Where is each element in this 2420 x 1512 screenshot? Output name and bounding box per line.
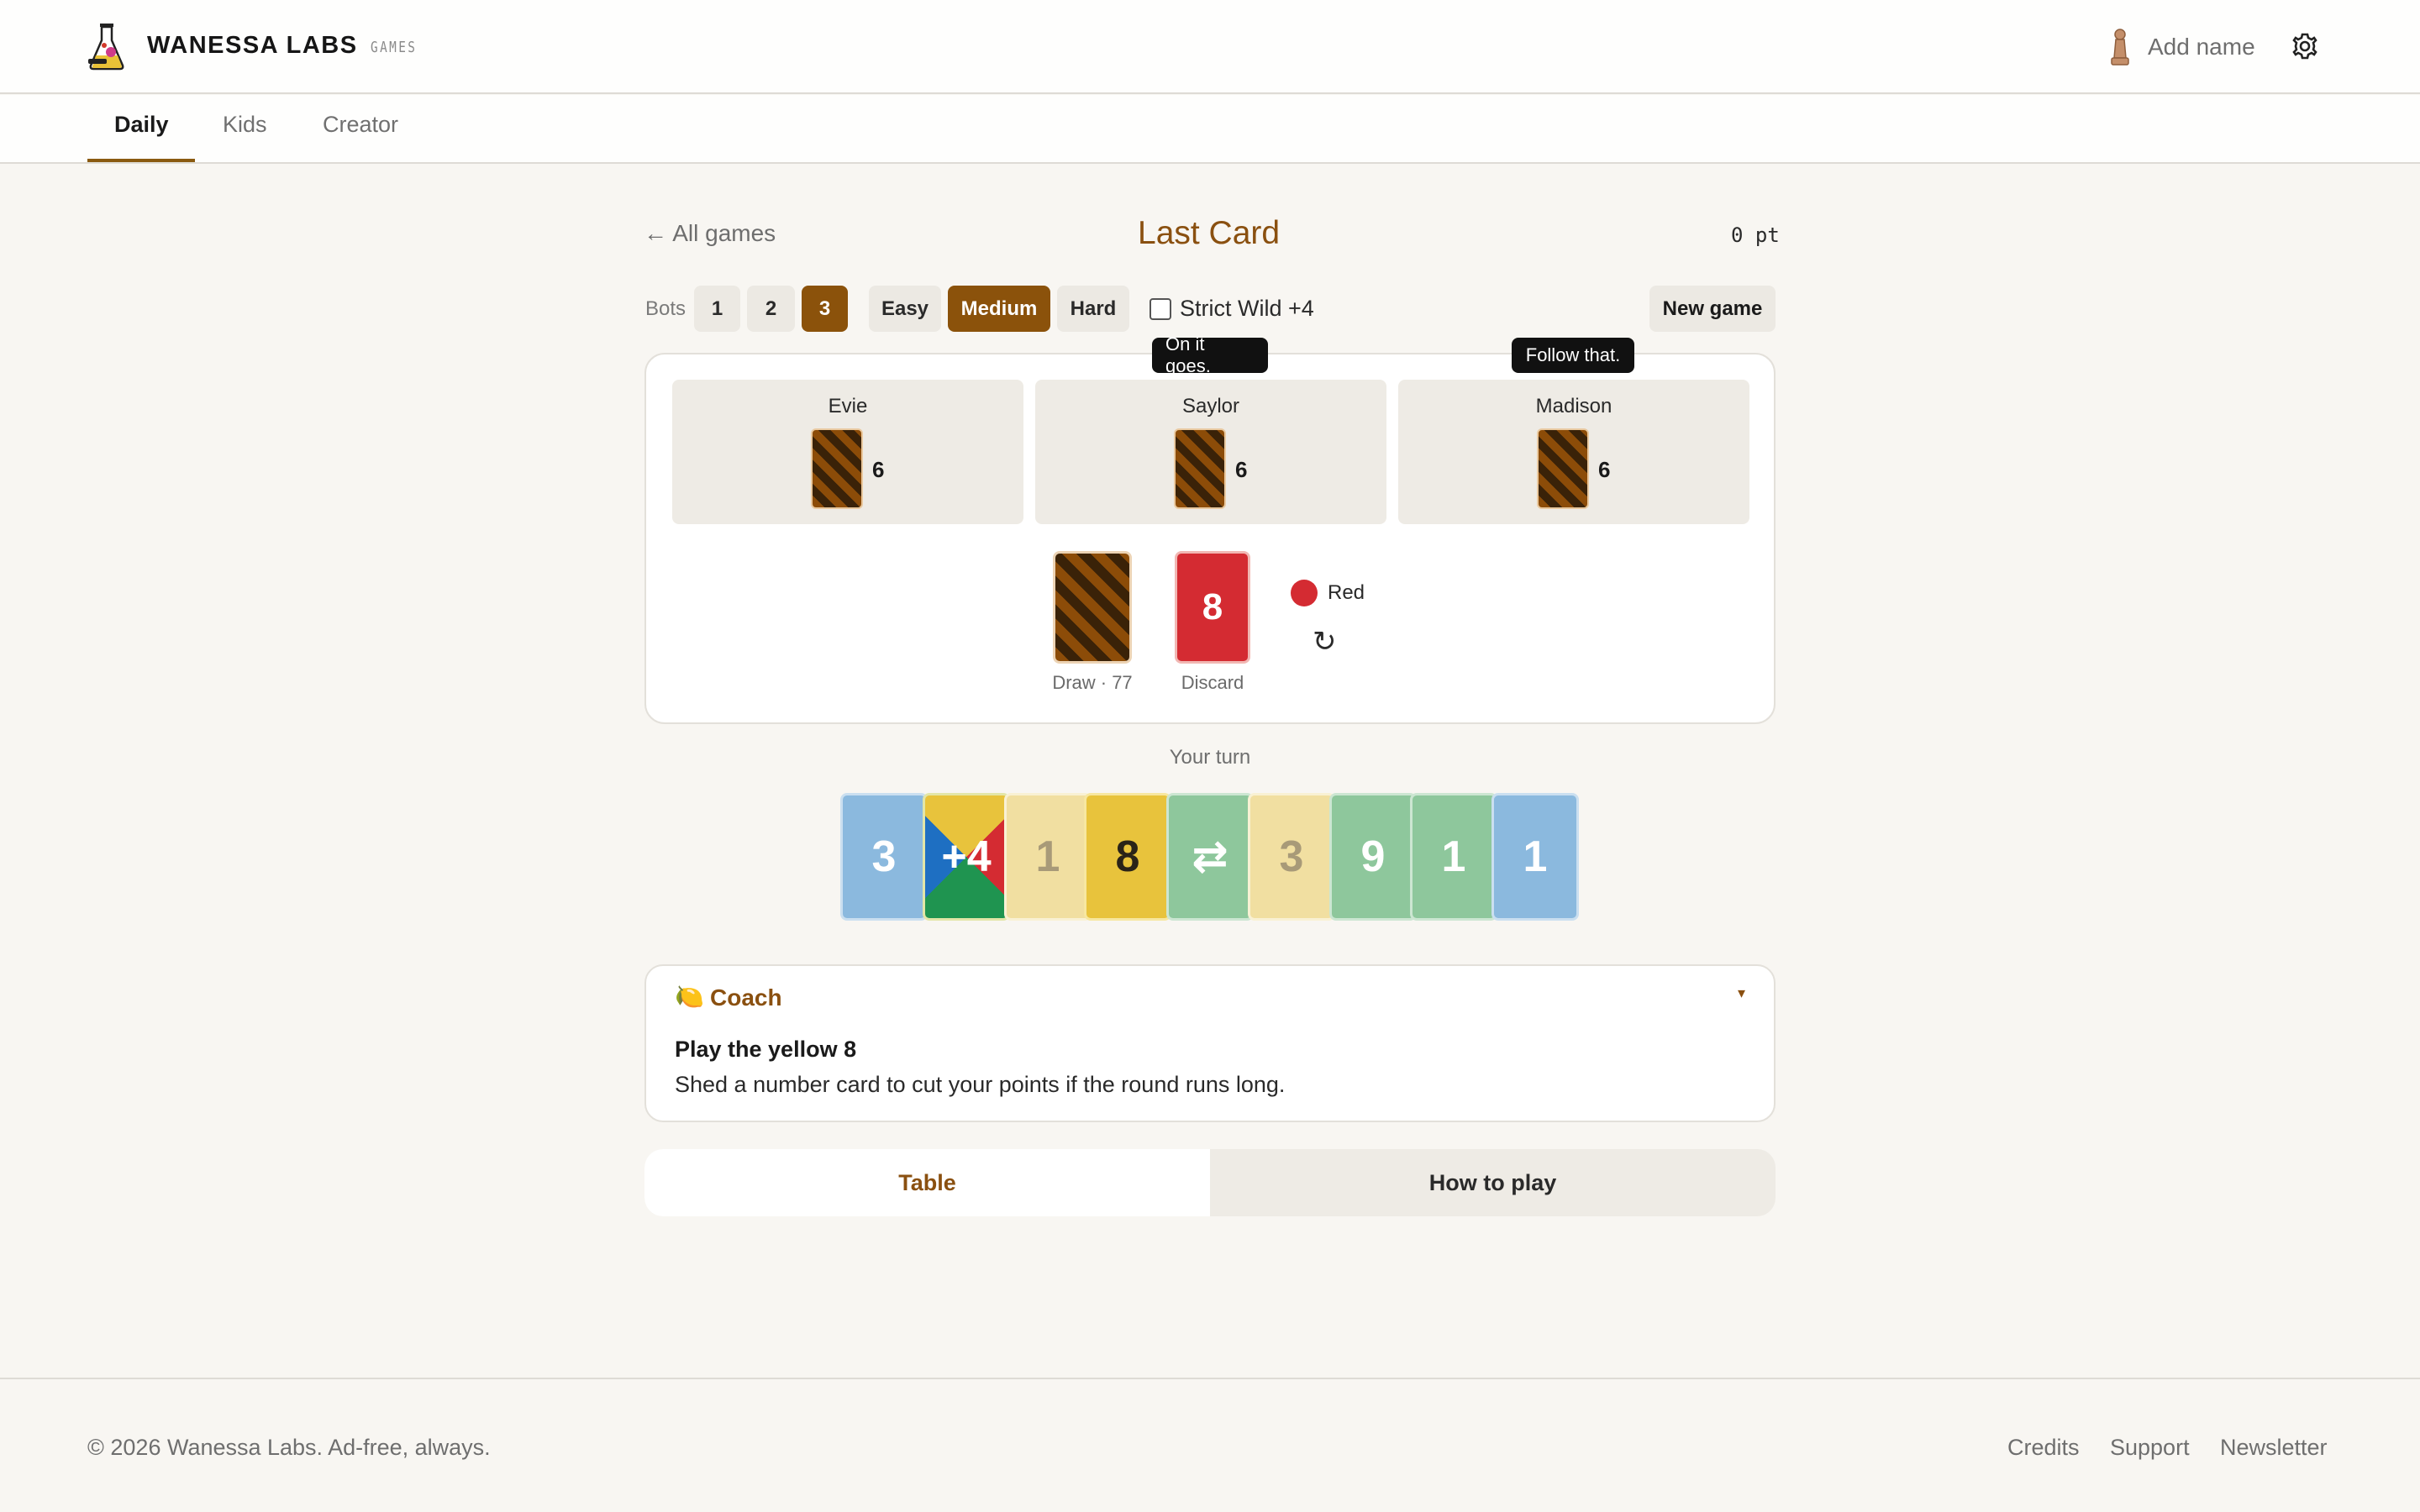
bot-card-count: 6 bbox=[1598, 457, 1611, 482]
new-game-button[interactable]: New game bbox=[1649, 286, 1776, 332]
current-color-label: Red bbox=[1328, 581, 1365, 604]
tab-how-to-play[interactable]: How to play bbox=[1210, 1149, 1776, 1216]
bot-name: Evie bbox=[828, 395, 868, 417]
speech-bubble-saylor: On it goes. bbox=[1152, 333, 1268, 376]
tab-kids[interactable]: Kids bbox=[223, 112, 267, 138]
bots-1-button[interactable]: 1 bbox=[694, 286, 740, 332]
brand-name: WANESSA LABS bbox=[147, 32, 358, 59]
pawn-icon bbox=[2111, 29, 2129, 66]
footer-divider bbox=[0, 1378, 2420, 1379]
card-back bbox=[1174, 428, 1226, 509]
page-title: Last Card bbox=[1138, 215, 1281, 251]
strict-wild-label[interactable]: Strict Wild +4 bbox=[1180, 296, 1314, 322]
bot-panel-evie: Evie 6 bbox=[672, 380, 1023, 524]
hand-card[interactable]: 8 bbox=[1084, 793, 1171, 921]
gear-icon[interactable] bbox=[2291, 32, 2319, 60]
coach-text: Shed a number card to cut your points if… bbox=[675, 1072, 1286, 1097]
credits-link[interactable]: Credits bbox=[2007, 1435, 2080, 1461]
add-name-label: Add name bbox=[2148, 34, 2255, 60]
difficulty-easy-button[interactable]: Easy bbox=[869, 286, 941, 332]
coach-panel: 🍋 Coach ▾ Play the yellow 8 Shed a numbe… bbox=[644, 964, 1776, 1122]
tab-table[interactable]: Table bbox=[644, 1149, 1210, 1216]
points-display: 0 pt bbox=[1731, 223, 1780, 247]
current-color-dot bbox=[1291, 580, 1318, 606]
bot-card-count: 6 bbox=[1235, 457, 1248, 482]
bots-2-button[interactable]: 2 bbox=[747, 286, 795, 332]
chevron-down-icon[interactable]: ▾ bbox=[1738, 984, 1745, 1002]
card-back bbox=[1537, 428, 1589, 509]
support-link[interactable]: Support bbox=[2110, 1435, 2190, 1461]
hand-card[interactable]: 9 bbox=[1329, 793, 1417, 921]
view-tabs: Table How to play bbox=[644, 1149, 1776, 1216]
bot-name: Saylor bbox=[1181, 395, 1240, 417]
newsletter-link[interactable]: Newsletter bbox=[2220, 1435, 2328, 1461]
nav-tabs: Daily Kids Creator bbox=[0, 95, 2420, 164]
bot-panel-madison: Madison 6 bbox=[1398, 380, 1749, 524]
bot-name: Madison bbox=[1535, 395, 1612, 417]
hand-card[interactable]: 3 bbox=[1248, 793, 1335, 921]
hand-card[interactable]: 1 bbox=[1004, 793, 1092, 921]
speech-bubble-madison: Follow that. bbox=[1512, 338, 1634, 373]
tab-creator[interactable]: Creator bbox=[323, 112, 398, 138]
all-games-link[interactable]: ← All games bbox=[644, 220, 776, 247]
copyright: © 2026 Wanessa Labs. Ad-free, always. bbox=[87, 1435, 491, 1460]
strict-wild-checkbox[interactable] bbox=[1150, 298, 1171, 320]
coach-title: Coach bbox=[710, 984, 782, 1011]
bots-3-button[interactable]: 3 bbox=[802, 286, 848, 332]
bots-label: Bots bbox=[645, 297, 687, 320]
difficulty-medium-button[interactable]: Medium bbox=[948, 286, 1050, 332]
hand-card[interactable]: 1 bbox=[1491, 793, 1579, 921]
difficulty-hard-button[interactable]: Hard bbox=[1057, 286, 1129, 332]
lemon-icon: 🍋 bbox=[675, 984, 704, 1010]
draw-pile[interactable] bbox=[1053, 551, 1132, 664]
flask-icon bbox=[88, 24, 124, 71]
top-header: WANESSA LABS GAMES Add name bbox=[0, 0, 2420, 94]
bot-panel-saylor: Saylor 6 bbox=[1035, 380, 1386, 524]
draw-label: Draw · 77 bbox=[1052, 672, 1133, 693]
bot-card-count: 6 bbox=[872, 457, 885, 482]
tab-daily[interactable]: Daily bbox=[114, 112, 169, 138]
hand-card[interactable]: ⇄ bbox=[1166, 793, 1254, 921]
add-name-button[interactable]: Add name bbox=[2107, 24, 2255, 71]
coach-headline: Play the yellow 8 bbox=[675, 1037, 857, 1062]
turn-indicator: Your turn bbox=[1169, 746, 1251, 769]
discard-pile: 8 bbox=[1175, 551, 1250, 664]
direction-icon: ↻ bbox=[1313, 626, 1337, 658]
active-tab-indicator bbox=[87, 159, 195, 162]
brand-subtitle: GAMES bbox=[371, 39, 418, 56]
hand-card[interactable]: 1 bbox=[1410, 793, 1497, 921]
card-back bbox=[811, 428, 863, 509]
discard-label: Discard bbox=[1181, 672, 1244, 693]
hand-card[interactable]: 3 bbox=[840, 793, 928, 921]
hand-card[interactable]: +4 bbox=[923, 793, 1010, 921]
